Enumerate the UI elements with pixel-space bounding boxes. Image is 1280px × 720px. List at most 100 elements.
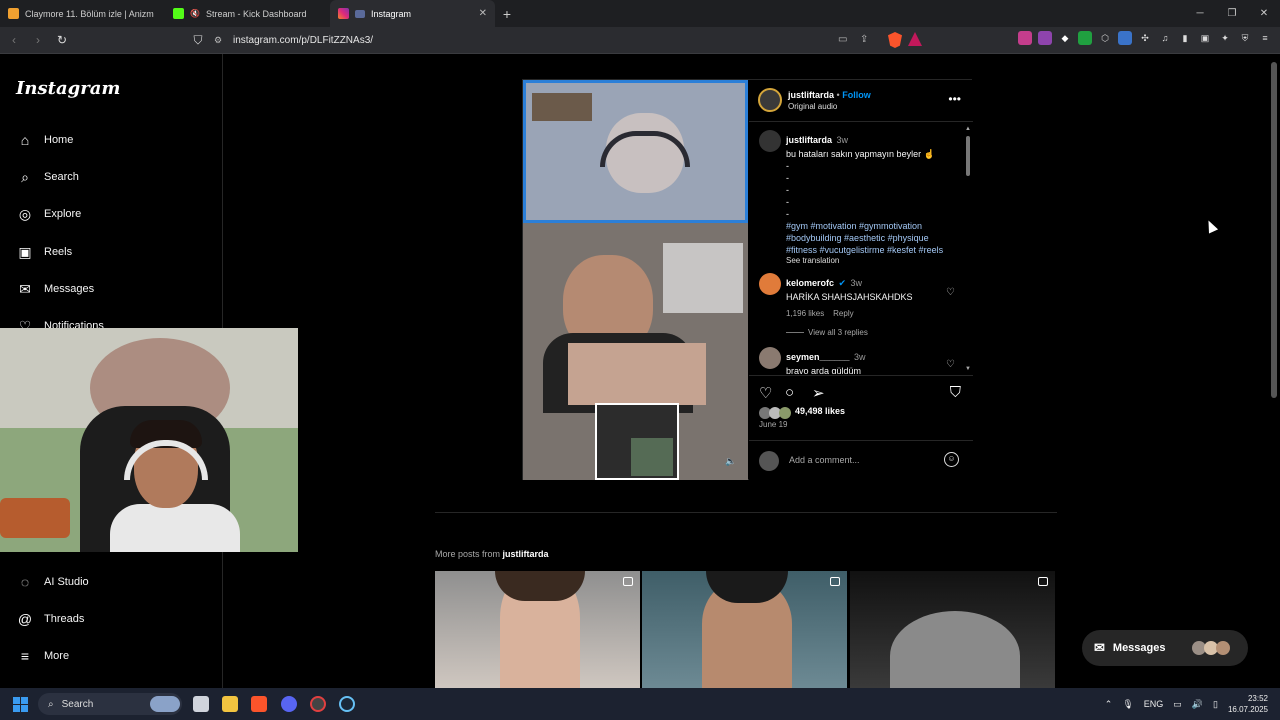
language-indicator[interactable]: ENG [1144,699,1164,709]
webcam-snack-bag [0,498,70,538]
comment-username[interactable]: kelomerofc [786,278,834,288]
likes-count[interactable]: 49,498 likes [795,406,845,416]
more-posts-username[interactable]: justliftarda [503,549,549,559]
mute-icon[interactable]: 🔇 [190,9,200,18]
extension-1-icon[interactable] [1018,31,1032,45]
battery-icon[interactable]: ▯ [1213,699,1218,710]
like-icon[interactable]: ♡ [759,384,772,402]
extension-3-icon[interactable]: ◆ [1058,31,1072,45]
close-window-button[interactable]: ✕ [1248,0,1280,27]
messages-pill-button[interactable]: ✉ Messages [1082,630,1248,666]
close-tab-icon[interactable]: ✕ [479,8,487,19]
vpn-icon[interactable]: ⛨ [1238,31,1252,45]
original-audio-link[interactable]: Original audio [788,102,837,111]
like-comment-icon[interactable]: ♡ [946,287,955,298]
url-text: instagram.com/p/DLFitZZNAs3/ [233,35,374,46]
comment-likes[interactable]: 1,196 likes [786,309,824,318]
microphone-icon[interactable]: 🎙 [1122,699,1133,710]
sidebar-item-label: Home [44,134,74,146]
emoji-icon[interactable]: ☺ [944,452,959,467]
menu-icon[interactable]: ≡ [1258,31,1272,45]
post-thumbnail[interactable] [435,571,640,688]
sidebar-item-threads[interactable]: @ Threads [16,607,84,631]
sidebar-item-home[interactable]: ⌂ Home [16,128,74,152]
sidebar-toggle-icon[interactable]: ▮ [1178,31,1192,45]
more-options-icon[interactable]: ••• [948,92,961,106]
site-info-icon[interactable]: ⚙ [214,35,222,46]
scroll-down-icon[interactable]: ▼ [965,366,971,372]
follow-button[interactable]: Follow [842,90,871,100]
add-comment-input[interactable]: Add a comment... [789,455,860,465]
page-scrollbar[interactable] [1271,62,1277,398]
obs-icon[interactable] [310,696,326,712]
network-icon[interactable]: ▭ [1173,699,1182,710]
windows-start-icon[interactable] [13,697,28,712]
sidebar-item-more[interactable]: ≡ More [16,644,69,668]
post-thumbnail[interactable] [642,571,847,688]
forward-button[interactable]: › [28,33,48,47]
minimize-button[interactable]: ─ [1184,0,1216,27]
hashtags-line[interactable]: #bodybuilding #aesthetic #physique [786,233,929,243]
comment-avatar[interactable] [759,347,781,369]
video-inset-3 [631,438,673,476]
volume-icon[interactable]: 🔊 [1192,699,1203,710]
new-tab-button[interactable]: + [495,0,519,27]
back-button[interactable]: ‹ [4,33,24,47]
reload-button[interactable]: ↻ [52,33,72,47]
like-comment-icon[interactable]: ♡ [946,359,955,370]
instagram-logo[interactable]: Instagram [16,78,120,99]
author-avatar[interactable] [758,88,782,112]
reply-button[interactable]: Reply [833,309,853,318]
comment-username[interactable]: seymen______ [786,352,850,362]
comment-avatar[interactable] [759,273,781,295]
sidebar-item-search[interactable]: ⌕ Search [16,165,79,189]
caption-hashtags[interactable]: #fitness #vucutgelistirme #kesfet #reels [786,244,956,256]
hashtags-line[interactable]: #fitness #vucutgelistirme #kesfet #reels [786,245,943,255]
hashtags-line[interactable]: #gym #motivation #gymmotivation [786,221,922,231]
save-icon[interactable]: ⛉ [950,384,961,401]
leo-ai-icon[interactable]: ✦ [1218,31,1232,45]
see-translation-link[interactable]: See translation [786,256,956,265]
brave-browser-icon[interactable] [251,696,267,712]
sidebar-item-ai-studio[interactable]: ◌ AI Studio [16,570,89,594]
address-bar[interactable]: ⚙ instagram.com/p/DLFitZZNAs3/ [205,30,925,51]
task-view-icon[interactable] [193,696,209,712]
tab-kick[interactable]: 🔇 Stream - Kick Dashboard [165,0,330,27]
scroll-thumb[interactable] [966,136,970,176]
post-thumbnail[interactable] [850,571,1055,688]
author-username[interactable]: justliftarda [788,90,834,100]
scroll-up-icon[interactable]: ▲ [965,126,971,132]
speaker-mute-icon[interactable]: 🔈 [725,456,736,467]
sidebar-item-explore[interactable]: ◎ Explore [16,202,81,226]
caption-username[interactable]: justliftarda [786,135,832,145]
wallet-icon[interactable]: ▣ [1198,31,1212,45]
caption-hashtags[interactable]: #bodybuilding #aesthetic #physique [786,232,956,244]
tab-anizm[interactable]: Claymore 11. Bölüm izle | Anizm [0,0,165,27]
sidebar-item-label: More [44,650,70,662]
extension-6-icon[interactable] [1118,31,1132,45]
extension-4-icon[interactable] [1078,31,1092,45]
post-video[interactable]: 🔈 [523,80,748,480]
comments-scrollbar[interactable]: ▲ ▼ [965,126,971,372]
share-icon[interactable]: ⇪ [860,34,868,45]
view-replies-link[interactable]: View all 3 replies [808,328,868,337]
sidebar-item-reels[interactable]: ▣ Reels [16,240,72,264]
caption-hashtags[interactable]: #gym #motivation #gymmotivation [786,220,956,232]
file-explorer-icon[interactable] [222,696,238,712]
puzzle-icon[interactable]: ✣ [1138,31,1152,45]
sidebar-item-messages[interactable]: ✉ Messages [16,277,94,301]
music-icon[interactable]: ♫ [1158,31,1172,45]
carousel-icon [830,577,840,586]
share-icon[interactable]: ➢ [812,384,825,402]
clock[interactable]: 23:52 16.07.2025 [1228,693,1268,715]
comment-icon[interactable]: ○ [785,384,794,401]
caption-avatar[interactable] [759,130,781,152]
steam-icon[interactable] [339,696,355,712]
discord-icon[interactable] [281,696,297,712]
cast-icon[interactable]: ▭ [838,34,847,45]
extension-2-icon[interactable] [1038,31,1052,45]
extension-5-icon[interactable]: ⬡ [1098,31,1112,45]
tab-instagram[interactable]: Instagram ✕ [330,0,495,27]
maximize-button[interactable]: ❐ [1216,0,1248,27]
chevron-up-icon[interactable]: ⌃ [1105,699,1113,710]
